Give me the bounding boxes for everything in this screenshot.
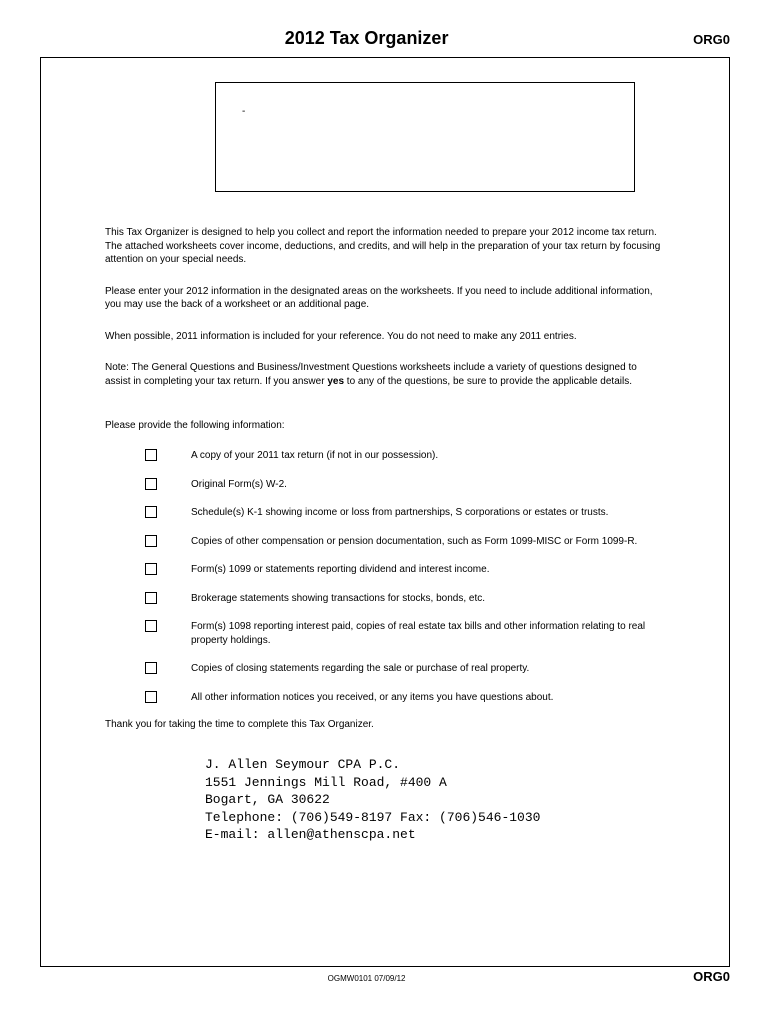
checklist-item: A copy of your 2011 tax return (if not i… — [105, 449, 665, 463]
checkbox[interactable] — [145, 620, 157, 632]
thank-you: Thank you for taking the time to complet… — [105, 719, 665, 730]
checklist-text: Schedule(s) K-1 showing income or loss f… — [191, 506, 665, 520]
checkbox[interactable] — [145, 563, 157, 575]
checklist-text: Copies of closing statements regarding t… — [191, 662, 665, 676]
checklist: A copy of your 2011 tax return (if not i… — [105, 449, 665, 704]
contact-name: J. Allen Seymour CPA P.C. — [205, 756, 665, 774]
header-row: 2012 Tax Organizer ORG0 — [0, 0, 770, 57]
checklist-item: Copies of other compensation or pension … — [105, 535, 665, 549]
checklist-item: Form(s) 1099 or statements reporting div… — [105, 563, 665, 577]
address-placeholder: - — [242, 106, 245, 117]
instructions-paragraph: Please enter your 2012 information in th… — [105, 285, 665, 312]
address-box: - — [215, 82, 635, 192]
page-title: 2012 Tax Organizer — [40, 28, 693, 49]
footer-left: OGMW0101 07/09/12 — [40, 974, 693, 983]
footer-row: OGMW0101 07/09/12 ORG0 — [0, 967, 770, 984]
checklist-text: Original Form(s) W-2. — [191, 478, 665, 492]
contact-street: 1551 Jennings Mill Road, #400 A — [205, 774, 665, 792]
checkbox[interactable] — [145, 478, 157, 490]
note-paragraph: Note: The General Questions and Business… — [105, 361, 665, 388]
checklist-item: Schedule(s) K-1 showing income or loss f… — [105, 506, 665, 520]
checklist-item: Form(s) 1098 reporting interest paid, co… — [105, 620, 665, 647]
contact-block: J. Allen Seymour CPA P.C. 1551 Jennings … — [105, 756, 665, 844]
checklist-text: Brokerage statements showing transaction… — [191, 592, 665, 606]
inner-content: - This Tax Organizer is designed to help… — [41, 58, 729, 860]
contact-phone-fax: Telephone: (706)549-8197 Fax: (706)546-1… — [205, 809, 665, 827]
checklist-text: Form(s) 1099 or statements reporting div… — [191, 563, 665, 577]
checkbox[interactable] — [145, 691, 157, 703]
intro-paragraph: This Tax Organizer is designed to help y… — [105, 226, 665, 267]
reference-paragraph: When possible, 2011 information is inclu… — [105, 330, 665, 344]
page-border: - This Tax Organizer is designed to help… — [40, 57, 730, 967]
checkbox[interactable] — [145, 449, 157, 461]
checklist-item: All other information notices you receiv… — [105, 691, 665, 705]
footer-right: ORG0 — [693, 969, 730, 984]
checkbox[interactable] — [145, 662, 157, 674]
checklist-text: A copy of your 2011 tax return (if not i… — [191, 449, 665, 463]
checklist-text: All other information notices you receiv… — [191, 691, 665, 705]
provide-heading: Please provide the following information… — [105, 420, 665, 431]
contact-city: Bogart, GA 30622 — [205, 791, 665, 809]
checklist-text: Copies of other compensation or pension … — [191, 535, 665, 549]
note-suffix: to any of the questions, be sure to prov… — [344, 376, 632, 387]
contact-email: E-mail: allen@athenscpa.net — [205, 826, 665, 844]
checklist-item: Copies of closing statements regarding t… — [105, 662, 665, 676]
checklist-item: Original Form(s) W-2. — [105, 478, 665, 492]
note-bold: yes — [327, 376, 344, 387]
checkbox[interactable] — [145, 592, 157, 604]
checkbox[interactable] — [145, 535, 157, 547]
form-code-top: ORG0 — [693, 32, 730, 47]
checklist-item: Brokerage statements showing transaction… — [105, 592, 665, 606]
checklist-text: Form(s) 1098 reporting interest paid, co… — [191, 620, 665, 647]
checkbox[interactable] — [145, 506, 157, 518]
